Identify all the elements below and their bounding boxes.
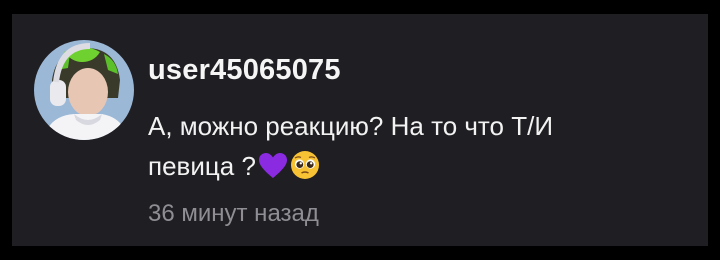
purple-heart-icon — [258, 151, 288, 191]
comment-text-line-2: певица ? — [148, 146, 618, 191]
comment-timestamp: 36 минут назад — [148, 200, 319, 227]
user-avatar[interactable] — [34, 40, 134, 140]
comment-text-line-1: А, можно реакцию? На то что Т/И — [148, 111, 554, 141]
comment-card: user45065075 А, можно реакцию? На то что… — [12, 14, 708, 246]
comment-text-line-2-text: певица ? — [148, 151, 256, 181]
username[interactable]: user45065075 — [148, 54, 341, 87]
comment-text: А, можно реакцию? На то что Т/И певица ? — [148, 106, 618, 191]
avatar-image — [34, 40, 134, 140]
pleading-face-icon — [290, 150, 320, 191]
